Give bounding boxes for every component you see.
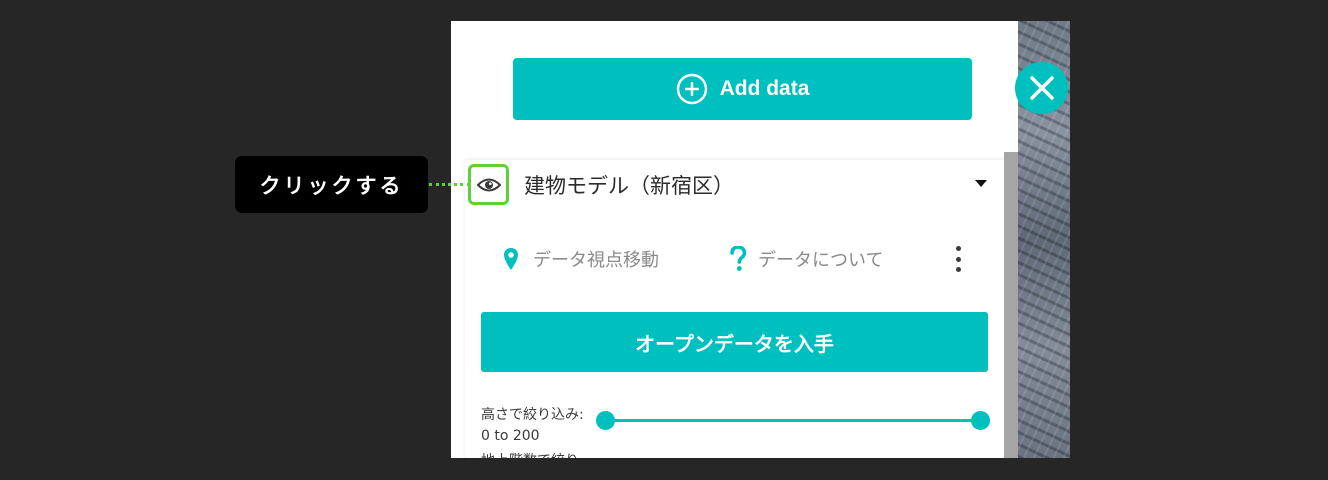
question-icon (730, 246, 746, 271)
add-data-button[interactable]: Add data (513, 58, 972, 120)
click-here-callout: クリックする (235, 156, 428, 213)
panel-scrollbar[interactable] (1004, 152, 1018, 458)
layer-item: 建物モデル（新宿区） データ視点移動 データについて オープンデータを入手 高さ… (465, 160, 1006, 458)
kebab-icon[interactable] (953, 246, 963, 272)
close-button[interactable] (1015, 62, 1068, 114)
height-filter-range: 0 to 200 (481, 428, 540, 444)
zoom-to-data-button[interactable]: データ視点移動 (503, 244, 659, 274)
add-data-label: Add data (719, 77, 810, 100)
height-filter-label: 高さで絞り込み: (481, 407, 584, 423)
callout-text: クリックする (259, 173, 404, 198)
layer-title: 建物モデル（新宿区） (524, 174, 734, 198)
callout-leader-line (429, 183, 470, 186)
plus-circle-icon (676, 73, 707, 105)
eye-icon (476, 178, 501, 191)
visibility-toggle[interactable] (468, 164, 509, 205)
height-slider-min-handle[interactable] (595, 411, 615, 430)
height-slider-track[interactable] (605, 419, 980, 422)
map-pin-icon (504, 248, 518, 270)
get-opendata-label: オープンデータを入手 (635, 331, 834, 356)
caret-down-icon[interactable] (975, 180, 987, 187)
floor-filter-label: 地上階数で絞り (481, 450, 579, 458)
data-panel: Add data 建物モデル（新宿区） データ視点移動 データについて オープン… (451, 21, 1018, 458)
close-icon (1029, 76, 1054, 100)
about-data-label: データについて (758, 250, 884, 271)
zoom-to-data-label: データ視点移動 (533, 250, 659, 271)
about-data-button[interactable]: データについて (730, 244, 883, 274)
get-opendata-button[interactable]: オープンデータを入手 (481, 312, 988, 372)
height-slider-max-handle[interactable] (970, 411, 990, 430)
